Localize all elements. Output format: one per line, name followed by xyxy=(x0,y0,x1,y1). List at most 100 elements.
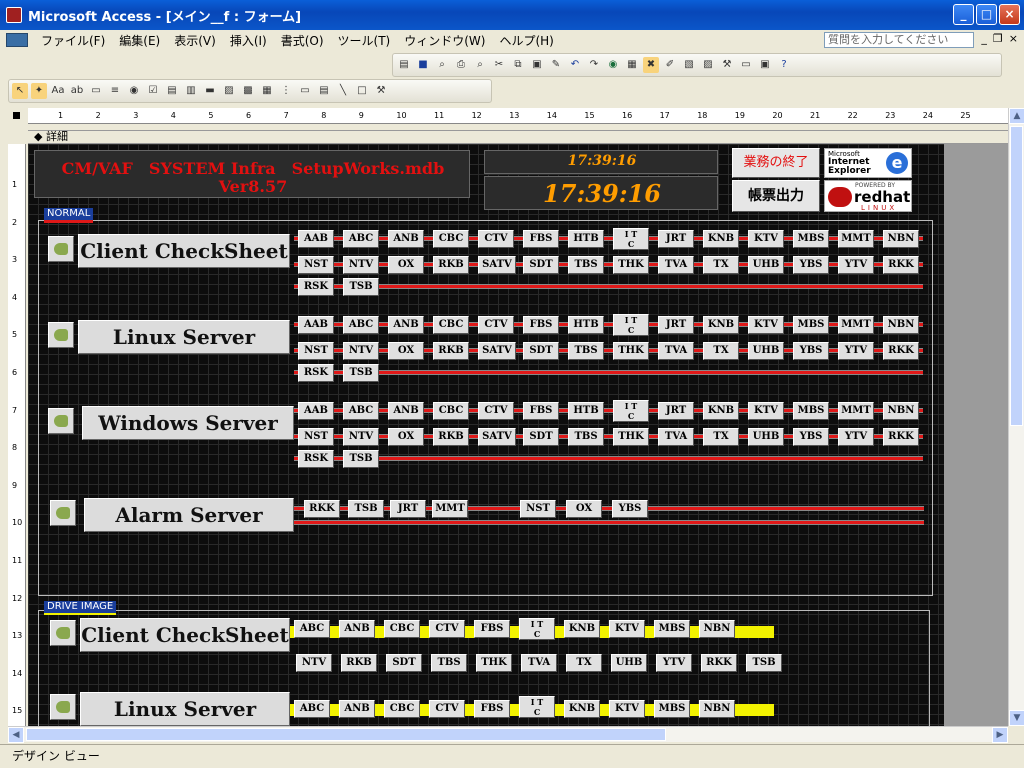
access-app-icon[interactable] xyxy=(6,7,22,23)
scroll-left-icon[interactable]: ◀ xyxy=(8,727,24,743)
code-icon[interactable]: ▧ xyxy=(681,57,697,73)
station-chip-rsk[interactable]: RSK xyxy=(298,278,334,296)
station-chip-ntv[interactable]: NTV xyxy=(343,428,379,446)
drive-chip-cbc[interactable]: CBC xyxy=(384,700,420,718)
more-controls-icon[interactable]: ⚒ xyxy=(373,83,389,99)
drive-chip-rkk[interactable]: RKK xyxy=(701,654,737,672)
drive-chip-uhb[interactable]: UHB xyxy=(611,654,647,672)
station-chip-nst[interactable]: NST xyxy=(298,256,334,274)
section-windows-label[interactable]: Windows Server xyxy=(82,406,294,440)
station-chip-thk[interactable]: THK xyxy=(613,342,649,360)
station-chip-satv[interactable]: SATV xyxy=(478,256,516,274)
end-business-button[interactable]: 業務の終了 xyxy=(732,148,820,178)
vertical-scroll-thumb[interactable] xyxy=(1010,126,1023,426)
section-drive-client-label[interactable]: Client CheckSheet xyxy=(80,618,290,652)
drive-chip-ktv[interactable]: KTV xyxy=(609,620,645,638)
clock-small-box[interactable]: 17:39:16 xyxy=(484,150,718,174)
station-chip-ybs[interactable]: YBS xyxy=(612,500,648,518)
station-chip-cbc[interactable]: CBC xyxy=(433,316,469,334)
option-button-icon[interactable]: ◉ xyxy=(126,83,142,99)
plug-icon[interactable] xyxy=(50,620,76,646)
section-drive-linux-label[interactable]: Linux Server xyxy=(80,692,290,726)
station-chip-knb[interactable]: KNB xyxy=(703,230,739,248)
station-chip-rkb[interactable]: RKB xyxy=(433,256,469,274)
station-chip-abc[interactable]: ABC xyxy=(343,230,379,248)
vertical-scrollbar[interactable]: ▲ ▼ xyxy=(1008,108,1024,726)
station-chip-ctv[interactable]: CTV xyxy=(478,316,514,334)
horizontal-scrollbar[interactable]: ◀ ▶ xyxy=(8,726,1008,743)
rectangle-icon[interactable]: □ xyxy=(354,83,370,99)
station-chip-rsk[interactable]: RSK xyxy=(298,364,334,382)
station-chip-jrt[interactable]: JRT xyxy=(658,402,694,420)
drive-chip-fbs[interactable]: FBS xyxy=(474,700,510,718)
station-chip-ytv[interactable]: YTV xyxy=(838,256,874,274)
station-chip-tsb[interactable]: TSB xyxy=(343,278,379,296)
station-chip-rkk[interactable]: RKK xyxy=(883,256,919,274)
drive-chip-knb[interactable]: KNB xyxy=(564,700,600,718)
drive-chip-anb[interactable]: ANB xyxy=(339,620,375,638)
station-chip-ntv[interactable]: NTV xyxy=(343,342,379,360)
section-client-label[interactable]: Client CheckSheet xyxy=(78,234,290,268)
station-chip-thk[interactable]: THK xyxy=(613,256,649,274)
drive-chip-cbc[interactable]: CBC xyxy=(384,620,420,638)
format-painter-icon[interactable]: ✎ xyxy=(548,57,564,73)
mdi-close-icon[interactable]: × xyxy=(1009,32,1018,45)
station-chip-knb[interactable]: KNB xyxy=(703,316,739,334)
clock-large-box[interactable]: 17:39:16 xyxy=(484,176,718,210)
checkbox-icon[interactable]: ☑ xyxy=(145,83,161,99)
station-chip-itc[interactable]: I TC xyxy=(613,228,649,250)
ask-question-input[interactable]: 質問を入力してください xyxy=(824,32,974,48)
station-chip-jrt[interactable]: JRT xyxy=(658,230,694,248)
properties-icon[interactable]: ▨ xyxy=(700,57,716,73)
station-chip-tbs[interactable]: TBS xyxy=(568,428,604,446)
drive-chip-itc[interactable]: I TC xyxy=(519,618,555,640)
station-chip-fbs[interactable]: FBS xyxy=(523,316,559,334)
autoformat-icon[interactable]: ✐ xyxy=(662,57,678,73)
menu-edit[interactable]: 編集(E) xyxy=(112,32,167,49)
drive-chip-tbs[interactable]: TBS xyxy=(431,654,467,672)
station-chip-mbs[interactable]: MBS xyxy=(793,316,829,334)
station-chip-knb[interactable]: KNB xyxy=(703,402,739,420)
station-chip-nbn[interactable]: NBN xyxy=(883,230,919,248)
plug-icon[interactable] xyxy=(48,408,74,434)
drive-chip-ntv[interactable]: NTV xyxy=(296,654,332,672)
drive-chip-anb[interactable]: ANB xyxy=(339,700,375,718)
menu-format[interactable]: 書式(O) xyxy=(274,32,331,49)
drive-chip-thk[interactable]: THK xyxy=(476,654,512,672)
station-chip-ytv[interactable]: YTV xyxy=(838,428,874,446)
station-chip-nbn[interactable]: NBN xyxy=(883,316,919,334)
station-chip-tbs[interactable]: TBS xyxy=(568,342,604,360)
section-alarm-label[interactable]: Alarm Server xyxy=(84,498,294,532)
minimize-button[interactable]: _ xyxy=(953,4,974,25)
station-chip-thk[interactable]: THK xyxy=(613,428,649,446)
horizontal-ruler[interactable]: 1 2 3 4 5 6 7 8 9 10 11 12 13 14 15 16 17 18 19 20 21 22 23 24 2… xyxy=(28,108,1008,124)
subform-icon[interactable]: ▤ xyxy=(316,83,332,99)
station-chip-ox[interactable]: OX xyxy=(388,342,424,360)
station-chip-jrt[interactable]: JRT xyxy=(658,316,694,334)
plug-icon[interactable] xyxy=(48,236,74,262)
mdi-minimize-icon[interactable]: _ xyxy=(981,32,987,45)
label-icon[interactable]: Aa xyxy=(50,83,66,99)
station-chip-ktv[interactable]: KTV xyxy=(748,230,784,248)
option-group-icon[interactable]: ▭ xyxy=(88,83,104,99)
search-icon[interactable]: ⌕ xyxy=(434,57,450,73)
drive-chip-knb[interactable]: KNB xyxy=(564,620,600,638)
form-icon[interactable] xyxy=(6,33,28,47)
station-chip-aab[interactable]: AAB xyxy=(298,316,334,334)
station-chip-uhb[interactable]: UHB xyxy=(748,342,784,360)
station-chip-sdt[interactable]: SDT xyxy=(523,428,559,446)
station-chip-tva[interactable]: TVA xyxy=(658,256,694,274)
station-chip-mbs[interactable]: MBS xyxy=(793,402,829,420)
station-chip-fbs[interactable]: FBS xyxy=(523,402,559,420)
drive-chip-itc[interactable]: I TC xyxy=(519,696,555,718)
station-chip-htb[interactable]: HTB xyxy=(568,230,604,248)
bound-object-icon[interactable]: ▦ xyxy=(259,83,275,99)
image-icon[interactable]: ▨ xyxy=(221,83,237,99)
station-chip-anb[interactable]: ANB xyxy=(388,316,424,334)
detail-section-header[interactable]: ◆ 詳細 xyxy=(28,130,1008,144)
page-break-icon[interactable]: ⋮ xyxy=(278,83,294,99)
drive-chip-mbs[interactable]: MBS xyxy=(654,620,690,638)
station-chip-mmt[interactable]: MMT xyxy=(432,500,468,518)
station-chip-anb[interactable]: ANB xyxy=(388,230,424,248)
drive-chip-fbs[interactable]: FBS xyxy=(474,620,510,638)
